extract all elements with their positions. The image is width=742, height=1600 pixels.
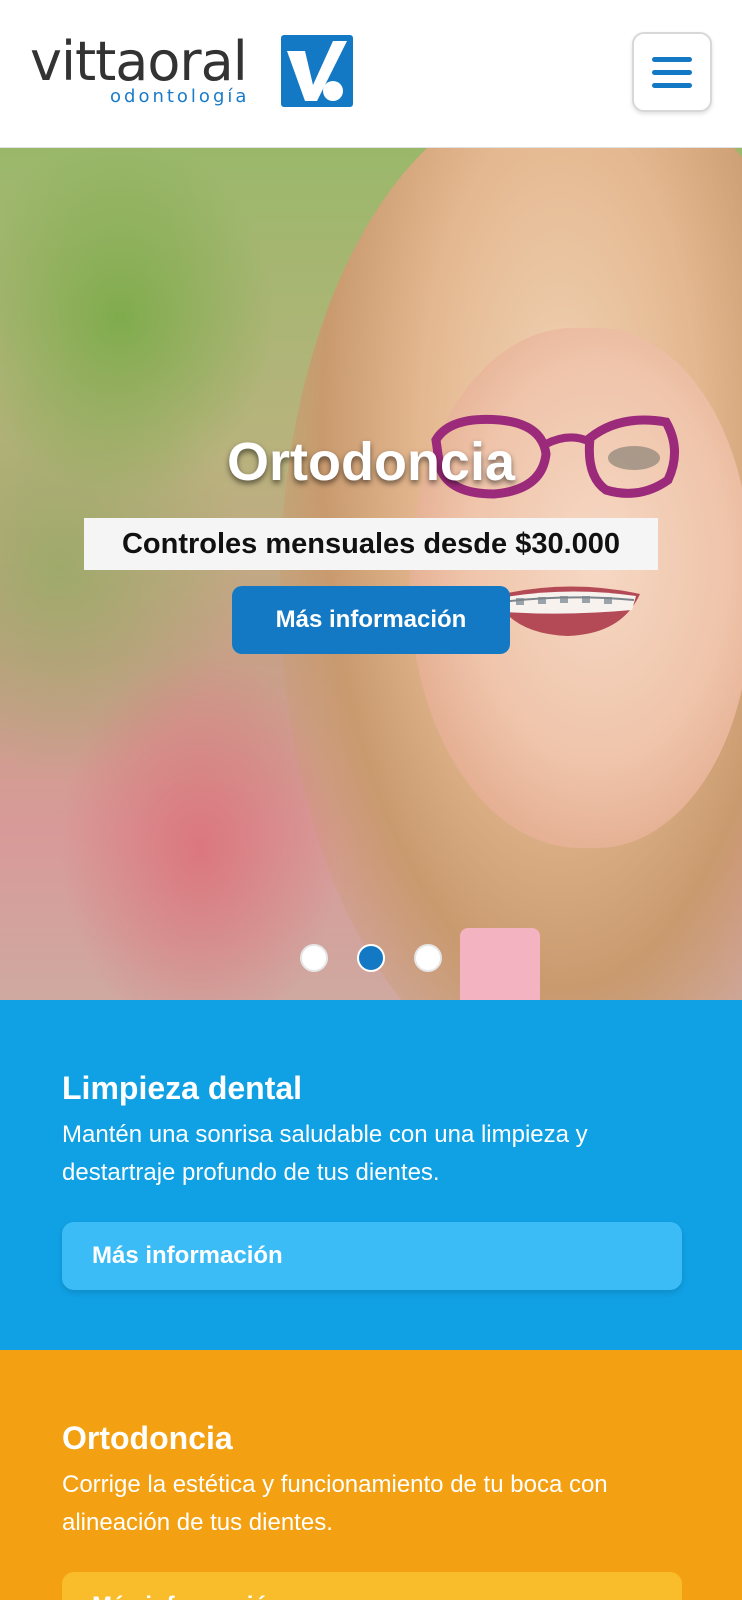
service-card-title: Ortodoncia	[62, 1420, 233, 1456]
logo-tagline: odontología	[110, 86, 250, 107]
checkmark-logo-icon	[281, 35, 353, 107]
hero-subtitle: Controles mensuales desde $30.000	[84, 518, 658, 570]
service-card-limpieza: Limpieza dental Mantén una sonrisa salud…	[0, 1000, 742, 1350]
carousel-indicators	[300, 944, 442, 972]
service-card-description: Mantén una sonrisa saludable con una lim…	[62, 1121, 588, 1186]
carousel-dot-3[interactable]	[414, 944, 442, 972]
hero-photo-shirt	[460, 928, 540, 1000]
hero-title: Ortodoncia	[226, 432, 515, 492]
hero-more-info-button[interactable]: Más información	[232, 586, 510, 654]
hamburger-menu-button[interactable]	[632, 32, 712, 112]
hamburger-menu-icon-bar	[652, 69, 692, 75]
service-card-description: Corrige la estética y funcionamiento de …	[62, 1471, 608, 1536]
limpieza-more-info-button[interactable]: Más información	[62, 1222, 682, 1290]
hamburger-menu-icon	[652, 56, 692, 62]
service-card-ortodoncia: Ortodoncia Corrige la estética y funcion…	[0, 1350, 742, 1600]
service-card-title: Limpieza dental	[62, 1070, 303, 1106]
vittaoral-logo[interactable]: vittaoral odontología	[30, 32, 360, 112]
hero-photo-smile	[494, 586, 640, 636]
ortodoncia-more-info-button[interactable]: Más información	[62, 1572, 682, 1600]
site-header: vittaoral odontología	[0, 0, 742, 148]
hamburger-menu-icon-bar	[652, 82, 692, 88]
carousel-dot-1[interactable]	[300, 944, 328, 972]
logo-wordmark: vittaoral	[30, 30, 248, 93]
carousel-dot-2[interactable]	[357, 944, 385, 972]
hero-carousel: Ortodoncia Controles mensuales desde $30…	[0, 148, 742, 1000]
